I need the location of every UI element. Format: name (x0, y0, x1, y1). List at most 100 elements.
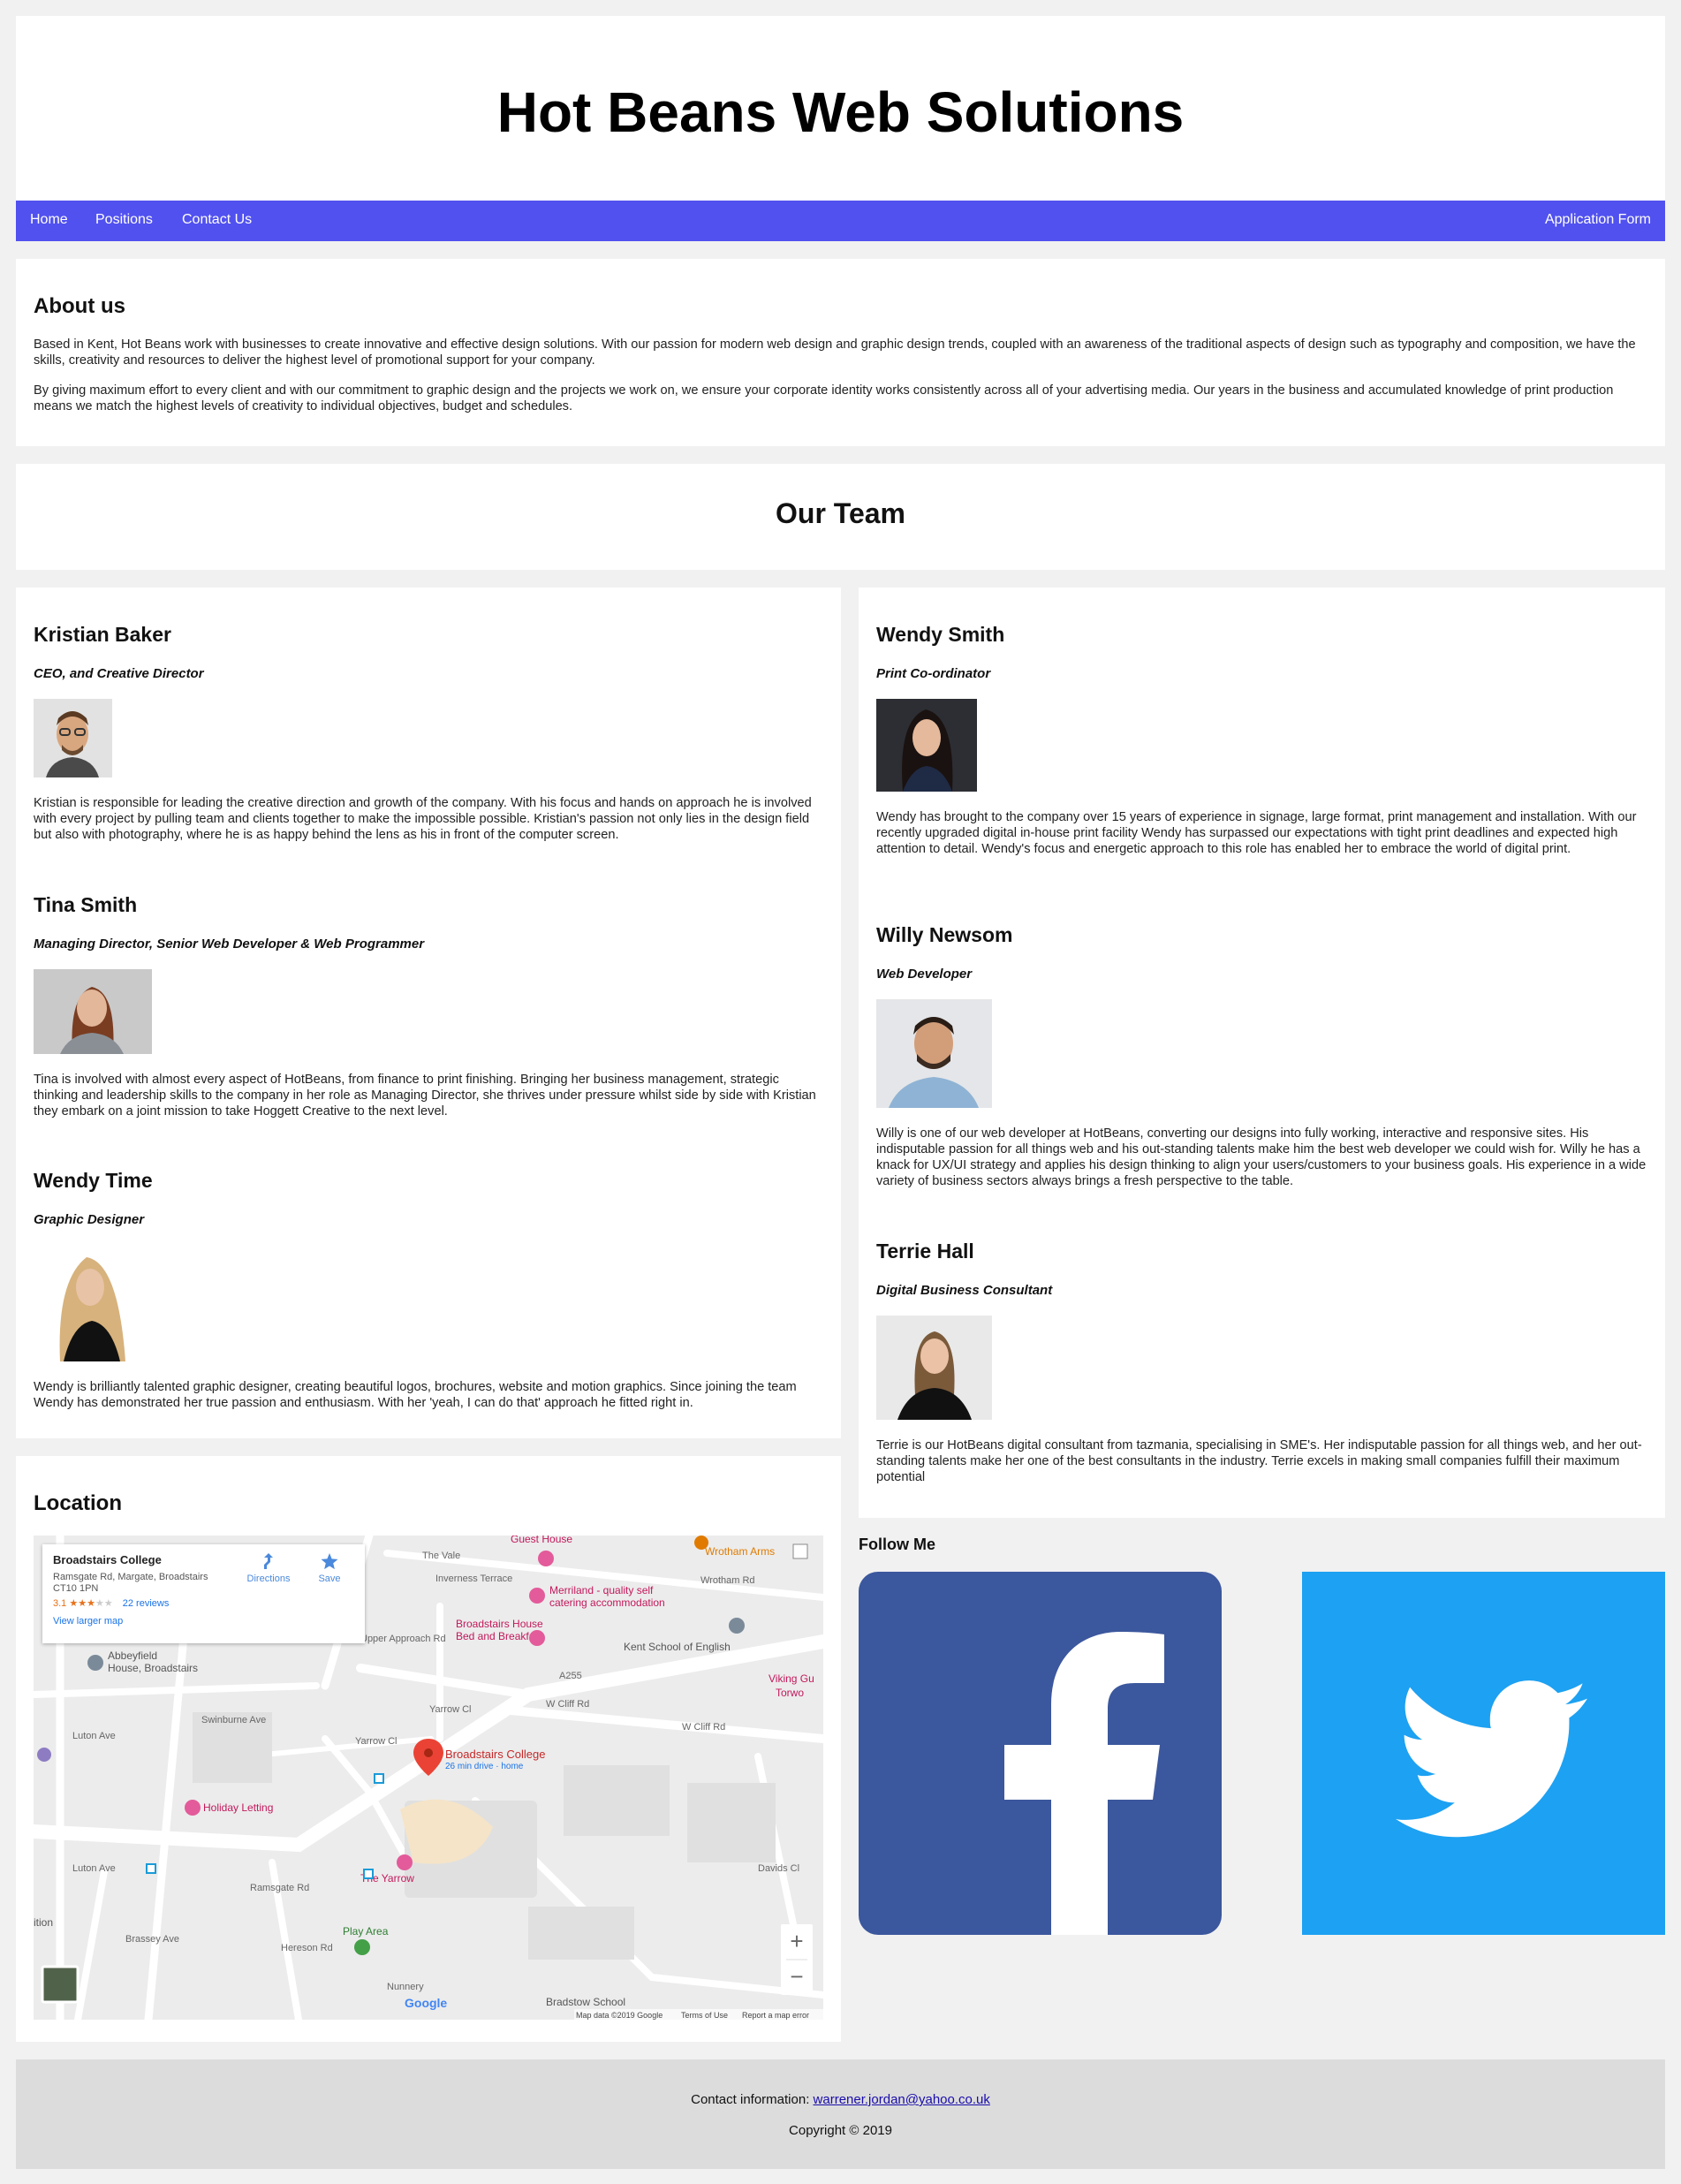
bar-marker-icon[interactable] (694, 1536, 708, 1550)
location-heading: Location (34, 1491, 122, 1515)
place-marker-icon[interactable] (87, 1655, 103, 1671)
save-label: Save (318, 1574, 341, 1584)
header: Hot Beans Web Solutions (16, 16, 1665, 201)
copyright: Copyright © 2019 (789, 2123, 892, 2138)
park-marker-icon[interactable] (354, 1939, 370, 1955)
team-member: Tina Smith Managing Director, Senior Web… (34, 893, 827, 1119)
team-heading: Our Team (776, 497, 905, 529)
map-attribution: Map data ©2019 Google (576, 2011, 663, 2020)
team-column-right: Wendy Smith Print Co-ordinator Wendy has… (859, 588, 1665, 1518)
map-label: Torwo (776, 1687, 804, 1699)
map-report-link[interactable]: Report a map error (742, 2011, 809, 2020)
map-label: Nunnery (387, 1982, 424, 1992)
member-role: Graphic Designer (34, 1212, 145, 1227)
place-info-card: Broadstairs College Ramsgate Rd, Margate… (42, 1544, 365, 1643)
lodging-marker-icon[interactable] (538, 1551, 554, 1566)
nav-application-link[interactable]: Application Form (1545, 212, 1651, 228)
member-photo (876, 999, 992, 1108)
directions-label: Directions (246, 1574, 291, 1584)
bus-stop-icon[interactable] (374, 1773, 384, 1784)
footer: Contact information: warrener.jordan@yah… (16, 2059, 1665, 2169)
team-column-left: Kristian Baker CEO, and Creative Directo… (16, 588, 841, 1438)
pin-sublabel: 26 min drive · home (445, 1762, 524, 1771)
map-label: Luton Ave (72, 1731, 116, 1741)
map-label: W Cliff Rd (682, 1722, 725, 1733)
map-label: ition (34, 1916, 53, 1929)
lodging-marker-icon[interactable] (397, 1854, 413, 1870)
map-terms-link[interactable]: Terms of Use (681, 2011, 728, 2020)
map-label: House, Broadstairs (108, 1662, 198, 1674)
bus-stop-icon[interactable] (146, 1863, 156, 1874)
member-photo (34, 1245, 150, 1361)
team-member: Terrie Hall Digital Business Consultant … (876, 1240, 1651, 1485)
map-label: Inverness Terrace (435, 1574, 512, 1584)
page: Hot Beans Web Solutions Home Positions C… (0, 0, 1681, 2184)
about-section: About us Based in Kent, Hot Beans work w… (16, 259, 1665, 446)
facebook-icon (859, 1572, 1222, 1935)
map-label: Swinburne Ave (201, 1715, 266, 1725)
fullscreen-button[interactable] (792, 1543, 808, 1559)
map-label: Upper Approach Rd (360, 1634, 446, 1644)
reviews-link[interactable]: 22 reviews (123, 1598, 170, 1609)
map-label: Kent School of English (624, 1641, 731, 1653)
map-label: Luton Ave (72, 1863, 116, 1874)
map-label: Ramsgate Rd (250, 1883, 309, 1893)
map-label: Bradstow School (546, 1996, 625, 2008)
member-photo (34, 699, 112, 777)
lodging-marker-icon[interactable] (529, 1630, 545, 1646)
map-label: The Vale (422, 1551, 460, 1561)
member-role: Managing Director, Senior Web Developer … (34, 937, 425, 952)
member-role: Digital Business Consultant (876, 1283, 1053, 1298)
member-name: Kristian Baker (34, 623, 171, 646)
nav-home-link[interactable]: Home (30, 212, 68, 228)
map-label: Play Area (343, 1925, 389, 1938)
nav-positions-link[interactable]: Positions (95, 212, 153, 228)
nav-bar: Home Positions Contact Us Application Fo… (16, 201, 1665, 241)
map-label: Wrotham Arms (705, 1545, 775, 1558)
member-bio: Terrie is our HotBeans digital consultan… (876, 1438, 1642, 1484)
map-label: Wrotham Rd (700, 1575, 755, 1586)
member-photo (876, 1316, 992, 1420)
nav-contact-link[interactable]: Contact Us (182, 212, 252, 228)
facebook-link[interactable] (859, 1572, 1222, 1935)
google-map[interactable]: Guest House Merriland - quality self cat… (34, 1536, 823, 2020)
lodging-marker-icon[interactable] (529, 1588, 545, 1604)
lodging-marker-icon[interactable] (185, 1800, 201, 1816)
team-member: Willy Newsom Web Developer Willy is one … (876, 923, 1651, 1189)
contact-email-link[interactable]: warrener.jordan@yahoo.co.uk (814, 2092, 990, 2107)
twitter-icon (1302, 1572, 1665, 1935)
map-label: A255 (559, 1671, 582, 1681)
map-label: Yarrow Cl (429, 1704, 471, 1715)
zoom-out-button[interactable]: − (790, 1963, 803, 1990)
map-label: Guest House (511, 1536, 572, 1545)
view-larger-map-link[interactable]: View larger map (53, 1616, 354, 1627)
about-paragraph-1: Based in Kent, Hot Beans work with busin… (34, 337, 1636, 368)
directions-button[interactable]: Directions (242, 1551, 295, 1584)
member-name: Tina Smith (34, 893, 138, 916)
member-bio: Tina is involved with almost every aspec… (34, 1073, 816, 1119)
map-label: Davids Cl (758, 1863, 799, 1874)
team-member: Kristian Baker CEO, and Creative Directo… (34, 623, 827, 843)
about-heading: About us (34, 294, 125, 318)
member-bio: Wendy is brilliantly talented graphic de… (34, 1380, 797, 1410)
member-bio: Willy is one of our web developer at Hot… (876, 1126, 1647, 1188)
member-bio: Kristian is responsible for leading the … (34, 796, 812, 842)
zoom-in-button[interactable]: + (790, 1928, 803, 1954)
member-role: Print Co-ordinator (876, 666, 991, 681)
bus-stop-icon[interactable] (363, 1869, 374, 1879)
satellite-toggle-button[interactable] (41, 1965, 80, 2004)
pin-label: Broadstairs College (445, 1748, 545, 1761)
member-bio: Wendy has brought to the company over 15… (876, 810, 1637, 856)
place-marker-icon[interactable] (37, 1748, 51, 1762)
contact-label: Contact information: (691, 2092, 814, 2107)
map-label: catering accommodation (549, 1596, 665, 1609)
team-heading-section: Our Team (16, 464, 1665, 570)
map-label: Hereson Rd (281, 1943, 333, 1953)
save-button[interactable]: Save (307, 1551, 352, 1584)
school-marker-icon[interactable] (729, 1618, 745, 1634)
map-label: W Cliff Rd (546, 1699, 589, 1710)
member-name: Willy Newsom (876, 923, 1013, 946)
star-icon (321, 1553, 338, 1570)
twitter-link[interactable] (1302, 1572, 1665, 1935)
rating-stars-icon: ★★★ (69, 1598, 95, 1609)
